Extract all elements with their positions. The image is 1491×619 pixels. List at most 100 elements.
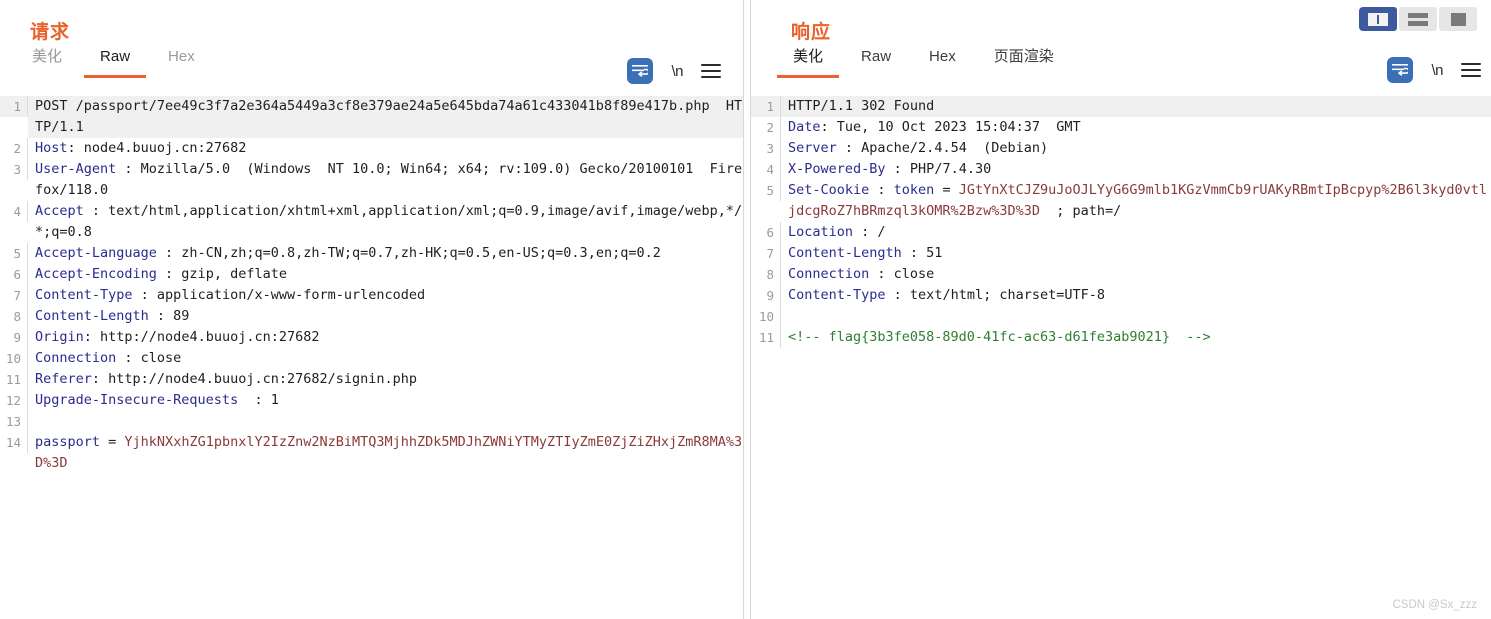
layout-split-vertical-button[interactable] bbox=[1359, 7, 1397, 31]
code-token: Accept-Language bbox=[35, 245, 157, 261]
tab-request-beautify[interactable]: 美化 bbox=[16, 48, 78, 78]
code-line: 6 Location : / bbox=[751, 222, 1491, 243]
code-token: Content-Length bbox=[788, 245, 902, 261]
line-number: 10 bbox=[0, 348, 28, 369]
code-token: : text/html; charset=UTF-8 bbox=[885, 287, 1105, 303]
code-token: : node4.buuoj.cn:27682 bbox=[67, 140, 247, 156]
code-token: : text/html,application/xhtml+xml,applic… bbox=[35, 203, 743, 240]
line-number: 2 bbox=[751, 117, 781, 138]
code-token: YjhkNXxhZG1pbnxlY2IzZnw2NzBiMTQ3MjhhZDk5… bbox=[35, 434, 743, 471]
code-line: 8 Connection : close bbox=[751, 264, 1491, 285]
line-content: Accept-Language : zh-CN,zh;q=0.8,zh-TW;q… bbox=[28, 243, 743, 264]
tab-request-raw[interactable]: Raw bbox=[84, 48, 147, 78]
single-pane-icon bbox=[1450, 12, 1466, 26]
tab-response-raw[interactable]: Raw bbox=[845, 48, 907, 78]
code-token: token bbox=[893, 182, 935, 198]
code-line: 7 Content-Type : application/x-www-form-u… bbox=[0, 285, 743, 306]
code-token: Content-Type bbox=[788, 287, 886, 303]
code-line: 1 POST /passport/7ee49c3f7a2e364a5449a3cf… bbox=[0, 96, 743, 138]
code-line: 11 Referer: http://node4.buuoj.cn:27682/s… bbox=[0, 369, 743, 390]
request-body[interactable]: 1 POST /passport/7ee49c3f7a2e364a5449a3cf… bbox=[0, 96, 743, 619]
line-number: 9 bbox=[0, 327, 28, 348]
line-content: X-Powered-By : PHP/7.4.30 bbox=[781, 159, 1491, 180]
code-token: Upgrade-Insecure-Requests bbox=[35, 392, 239, 408]
line-number: 2 bbox=[0, 138, 28, 159]
response-toolbar: \n bbox=[1387, 57, 1481, 83]
code-token: : gzip, deflate bbox=[156, 266, 287, 282]
code-line: 2 Date: Tue, 10 Oct 2023 15:04:37 GMT bbox=[751, 117, 1491, 138]
code-line: 10 bbox=[751, 306, 1491, 327]
code-token: Host bbox=[35, 140, 68, 156]
line-content: Accept : text/html,application/xhtml+xml… bbox=[28, 201, 743, 243]
tab-request-hex[interactable]: Hex bbox=[152, 48, 211, 78]
code-token: : Apache/2.4.54 (Debian) bbox=[836, 140, 1049, 156]
code-line: 14 passport = YjhkNXxhZG1pbnxlY2IzZnw2NzB… bbox=[0, 432, 743, 474]
code-token: Origin bbox=[35, 329, 84, 345]
code-line: 10 Connection : close bbox=[0, 348, 743, 369]
code-token: Content-Type bbox=[35, 287, 133, 303]
code-token: User-Agent bbox=[35, 161, 117, 177]
line-number: 1 bbox=[0, 96, 28, 117]
hamburger-menu-icon[interactable] bbox=[701, 64, 721, 78]
line-number: 6 bbox=[0, 264, 28, 285]
code-token: Connection bbox=[35, 350, 117, 366]
tab-response-render[interactable]: 页面渲染 bbox=[978, 48, 1070, 78]
line-number: 1 bbox=[751, 96, 781, 117]
code-token: : close bbox=[869, 266, 935, 282]
newline-toggle[interactable]: \n bbox=[1431, 62, 1443, 79]
code-token: Connection bbox=[788, 266, 870, 282]
code-token: X-Powered-By bbox=[788, 161, 886, 177]
request-title: 请求 bbox=[30, 22, 71, 43]
code-token: : / bbox=[853, 224, 886, 240]
code-token: Accept-Encoding bbox=[35, 266, 157, 282]
code-line: 7 Content-Length : 51 bbox=[751, 243, 1491, 264]
layout-single-pane-button[interactable] bbox=[1439, 7, 1477, 31]
http-inspector: 请求 美化 Raw Hex \n 1 POST /passport/7ee49c3… bbox=[0, 0, 1491, 619]
code-line: 9 Origin: http://node4.buuoj.cn:27682 bbox=[0, 327, 743, 348]
code-line: 12 Upgrade-Insecure-Requests : 1 bbox=[0, 390, 743, 411]
hamburger-menu-icon[interactable] bbox=[1461, 63, 1481, 77]
code-token: : bbox=[869, 182, 894, 198]
line-content: HTTP/1.1 302 Found bbox=[781, 96, 1491, 117]
response-pane: 响应 美化 Raw Hex 页面渲染 \n 1 HTTP/1.1 302 Foun… bbox=[751, 0, 1491, 619]
pane-splitter[interactable] bbox=[743, 0, 751, 619]
code-token: Set-Cookie bbox=[788, 182, 870, 198]
code-token: : close bbox=[116, 350, 182, 366]
request-pane: 请求 美化 Raw Hex \n 1 POST /passport/7ee49c3… bbox=[0, 0, 743, 619]
line-content: Set-Cookie : token = JGtYnXtCJZ9uJoOJLYy… bbox=[781, 180, 1491, 222]
line-content: Connection : close bbox=[781, 264, 1491, 285]
code-line: 4 X-Powered-By : PHP/7.4.30 bbox=[751, 159, 1491, 180]
code-token: <!-- flag{3b3fe058-89d0-41fc-ac63-d61fe3… bbox=[788, 329, 1211, 345]
request-toolbar: \n bbox=[627, 58, 721, 84]
line-content: Server : Apache/2.4.54 (Debian) bbox=[781, 138, 1491, 159]
response-body[interactable]: 1 HTTP/1.1 302 Found 2 Date: Tue, 10 Oct 20… bbox=[751, 96, 1491, 619]
code-token: Server bbox=[788, 140, 837, 156]
code-line: 6 Accept-Encoding : gzip, deflate bbox=[0, 264, 743, 285]
split-horizontal-icon bbox=[1408, 12, 1428, 26]
line-number: 4 bbox=[751, 159, 781, 180]
word-wrap-icon[interactable] bbox=[627, 58, 654, 84]
line-number: 7 bbox=[751, 243, 781, 264]
code-line: 1 HTTP/1.1 302 Found bbox=[751, 96, 1491, 117]
line-number: 11 bbox=[0, 369, 28, 390]
line-content bbox=[28, 411, 743, 432]
code-token: HTTP/1.1 302 Found bbox=[788, 98, 935, 114]
line-number: 10 bbox=[751, 306, 781, 327]
layout-switcher bbox=[1359, 7, 1479, 31]
line-content: Date: Tue, 10 Oct 2023 15:04:37 GMT bbox=[781, 117, 1491, 138]
watermark: CSDN @Sx_zzz bbox=[1392, 599, 1477, 611]
code-line: 5 Accept-Language : zh-CN,zh;q=0.8,zh-TW;… bbox=[0, 243, 743, 264]
code-token: : http://node4.buuoj.cn:27682/signin.php bbox=[91, 371, 418, 387]
line-content bbox=[781, 306, 1491, 327]
code-token: : http://node4.buuoj.cn:27682 bbox=[83, 329, 320, 345]
layout-split-horizontal-button[interactable] bbox=[1399, 7, 1437, 31]
line-content: Origin: http://node4.buuoj.cn:27682 bbox=[28, 327, 743, 348]
code-token: = bbox=[100, 434, 125, 450]
code-token: Date bbox=[788, 119, 821, 135]
line-content: Location : / bbox=[781, 222, 1491, 243]
newline-toggle[interactable]: \n bbox=[671, 63, 683, 80]
line-content: Content-Length : 51 bbox=[781, 243, 1491, 264]
tab-response-beautify[interactable]: 美化 bbox=[777, 48, 840, 78]
tab-response-hex[interactable]: Hex bbox=[913, 48, 972, 78]
word-wrap-icon[interactable] bbox=[1387, 57, 1414, 83]
